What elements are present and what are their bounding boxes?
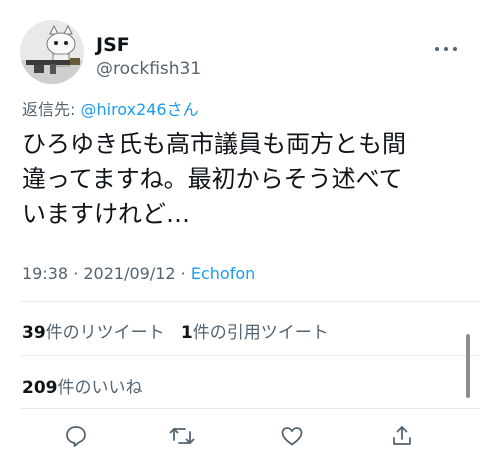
author-name[interactable]: JSF [96,34,130,56]
retweets-label: 件のリツイート [45,323,165,343]
likes-count: 209 [22,378,58,398]
reply-prefix: 返信先: [22,100,81,119]
reply-icon [66,426,86,447]
quotes-count: 1 [180,323,193,343]
quotes-label: 件の引用ツイート [192,323,329,343]
divider [20,408,480,409]
retweet-icon [169,428,195,444]
tweet-time[interactable]: 19:38 [22,264,68,283]
like-icon [281,427,303,446]
more-options-button[interactable] [434,38,458,57]
tweet-text-line: ひろゆき氏も高市議員も両方とも間 [22,130,406,158]
tweet-client-link[interactable]: Echofon [191,264,255,283]
reply-button[interactable] [60,420,92,452]
tweet-text-line: 違ってますね。最初からそう述べて [22,165,403,193]
ellipsis-icon [435,47,457,51]
scrollbar[interactable] [466,334,470,398]
tweet-text-line: いますけれど… [22,200,190,228]
reply-mention-link[interactable]: @hirox246さん [80,100,198,119]
meta-separator: · [175,264,191,283]
share-icon [393,426,411,445]
author-handle[interactable]: @rockfish31 [96,59,201,79]
divider [20,301,480,302]
retweets-count: 39 [22,323,46,343]
tweet-text: ひろゆき氏も高市議員も両方とも間 違ってますね。最初からそう述べて いますけれど… [22,127,467,232]
likes-stat[interactable]: 209件のいいね [22,373,143,398]
likes-label: 件のいいね [57,378,143,398]
quotes-stat[interactable]: 1件の引用ツイート [181,323,329,343]
retweets-stat[interactable]: 39件のリツイート [22,323,165,343]
share-button[interactable] [386,420,418,452]
reply-context: 返信先: @hirox246さん [22,96,199,120]
avatar[interactable] [20,20,84,84]
retweet-button[interactable] [166,420,198,452]
retweet-stats: 39件のリツイート 1件の引用ツイート [22,318,329,343]
like-button[interactable] [276,420,308,452]
tweet-meta: 19:38 · 2021/09/12 · Echofon [22,264,255,283]
tweet-date[interactable]: 2021/09/12 [83,264,175,283]
avatar-image [20,20,84,84]
meta-separator: · [68,264,84,283]
divider [20,355,480,356]
